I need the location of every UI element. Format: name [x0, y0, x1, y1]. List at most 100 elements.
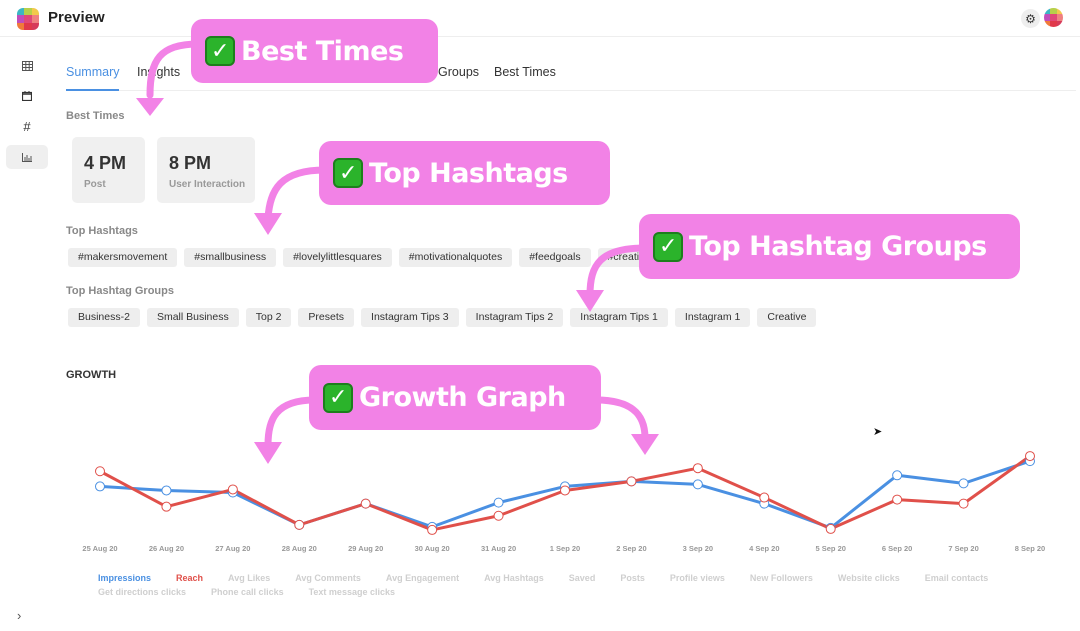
x-tick-label: 7 Sep 20 [948, 544, 978, 553]
x-tick-label: 30 Aug 20 [415, 544, 450, 553]
legend-item[interactable]: Reach [176, 573, 203, 583]
grid-icon [21, 61, 33, 71]
checkmark-icon: ✓ [333, 158, 363, 188]
x-tick-label: 2 Sep 20 [616, 544, 646, 553]
data-point-impressions[interactable] [958, 478, 969, 489]
legend-item[interactable]: Impressions [98, 573, 151, 583]
best-time-card-post: 4 PM Post [72, 137, 145, 203]
legend-item[interactable]: Avg Engagement [386, 573, 459, 583]
app-title: Preview [48, 9, 105, 26]
hashtag-group-chip[interactable]: Small Business [146, 308, 239, 327]
data-point-impressions[interactable] [161, 485, 172, 496]
legend-item[interactable]: Email contacts [925, 573, 989, 583]
data-point-reach[interactable] [161, 501, 172, 512]
hashtag-group-chip[interactable]: Creative [757, 308, 817, 327]
logo-tile [24, 15, 32, 23]
x-tick-label: 5 Sep 20 [815, 544, 845, 553]
legend-item[interactable]: New Followers [750, 573, 813, 583]
sidebar-item-hashtag[interactable]: # [6, 114, 48, 138]
arrow-top-hashtags [264, 166, 329, 222]
legend-item[interactable]: Avg Hashtags [484, 573, 544, 583]
data-point-reach[interactable] [95, 466, 105, 477]
callout-text: Top Hashtag Groups [689, 231, 987, 262]
logo-tile [1056, 20, 1063, 27]
hashtag-chip[interactable]: #smallbusiness [184, 248, 277, 267]
hashtag-icon: # [23, 118, 31, 134]
data-point-reach[interactable] [294, 519, 305, 530]
sidebar-expand-button[interactable]: › [17, 608, 21, 623]
legend-item[interactable]: Phone call clicks [211, 587, 284, 597]
data-point-impressions[interactable] [95, 481, 105, 492]
hashtag-group-chip[interactable]: Instagram Tips 3 [361, 308, 459, 327]
growth-title: GROWTH [66, 369, 117, 381]
x-tick-label: 26 Aug 20 [149, 544, 184, 553]
sidebar-item-calendar[interactable] [6, 84, 48, 108]
data-point-reach[interactable] [626, 476, 637, 487]
best-time-value: 4 PM [84, 153, 127, 173]
calendar-icon [22, 91, 32, 101]
legend-item[interactable]: Profile views [670, 573, 725, 583]
x-tick-label: 29 Aug 20 [348, 544, 383, 553]
x-tick-label: 4 Sep 20 [749, 544, 779, 553]
x-tick-label: 3 Sep 20 [683, 544, 713, 553]
hashtag-group-chip[interactable]: Top 2 [245, 308, 292, 327]
data-point-reach[interactable] [493, 510, 504, 521]
data-point-impressions[interactable] [493, 497, 504, 508]
callout-text: Best Times [241, 35, 404, 67]
chart-legend: Impressions Reach Avg Likes Avg Comments Avg… [98, 573, 1068, 597]
data-point-reach[interactable] [1025, 451, 1035, 462]
tab-insights[interactable]: Insights [137, 65, 180, 89]
bar-chart-icon [22, 152, 32, 162]
data-point-reach[interactable] [360, 498, 371, 509]
legend-item[interactable]: Website clicks [838, 573, 900, 583]
data-point-reach[interactable] [560, 485, 570, 496]
x-tick-label: 31 Aug 20 [481, 544, 516, 553]
legend-item[interactable]: Text message clicks [309, 587, 395, 597]
arrowhead [254, 213, 282, 235]
checkmark-icon: ✓ [653, 231, 683, 262]
tab-summary[interactable]: Summary [66, 65, 120, 91]
top-hashtag-groups-label: Top Hashtag Groups [66, 285, 174, 297]
legend-item[interactable]: Posts [620, 573, 645, 583]
logo-tile [31, 22, 39, 30]
legend-item[interactable]: Saved [569, 573, 596, 583]
callout-best-times: ✓ Best Times [191, 19, 438, 83]
hashtag-group-chip[interactable]: Instagram 1 [674, 308, 751, 327]
x-tick-label: 27 Aug 20 [215, 544, 250, 553]
data-point-reach[interactable] [825, 523, 836, 534]
data-point-impressions[interactable] [892, 470, 903, 481]
x-tick-label: 25 Aug 20 [82, 544, 117, 553]
checkmark-icon: ✓ [323, 382, 353, 413]
x-tick-label: 8 Sep 20 [1015, 544, 1045, 553]
sidebar-item-analytics[interactable] [6, 145, 48, 169]
settings-button[interactable]: ⚙ [1021, 9, 1040, 28]
legend-item[interactable]: Get directions clicks [98, 587, 186, 597]
data-point-reach[interactable] [958, 498, 969, 509]
logo-tile [17, 15, 25, 23]
hashtag-chip[interactable]: #feedgoals [519, 248, 591, 267]
legend-item[interactable]: Avg Likes [228, 573, 270, 583]
hashtag-group-chip-list: Business-2 Small Business Top 2 Presets … [68, 308, 817, 327]
data-point-reach[interactable] [227, 484, 238, 495]
data-point-reach[interactable] [692, 463, 703, 474]
hashtag-group-chip[interactable]: Instagram Tips 1 [570, 308, 668, 327]
legend-item[interactable]: Avg Comments [295, 573, 361, 583]
best-times-label: Best Times [66, 110, 125, 122]
data-point-reach[interactable] [892, 494, 903, 505]
avatar[interactable] [1044, 8, 1063, 27]
callout-top-hashtags: ✓ Top Hashtags [319, 141, 610, 205]
tab-best-times[interactable]: Best Times [494, 65, 556, 89]
data-point-impressions[interactable] [692, 479, 703, 490]
data-point-reach[interactable] [427, 524, 438, 535]
hashtag-chip[interactable]: #lovelylittlesquares [283, 248, 392, 267]
hashtag-group-chip[interactable]: Presets [298, 308, 355, 327]
sidebar-item-grid[interactable] [6, 54, 48, 78]
hashtag-chip[interactable]: #motivationalquotes [398, 248, 513, 267]
best-time-card-interaction: 8 PM User Interaction [157, 137, 255, 203]
hashtag-group-chip[interactable]: Instagram Tips 2 [465, 308, 564, 327]
hashtag-group-chip[interactable]: Business-2 [68, 308, 140, 327]
data-point-reach[interactable] [759, 492, 770, 503]
hashtag-chip[interactable]: #makersmovement [68, 248, 178, 267]
mouse-cursor: ➤ [873, 426, 883, 438]
logo-tile [24, 8, 32, 16]
